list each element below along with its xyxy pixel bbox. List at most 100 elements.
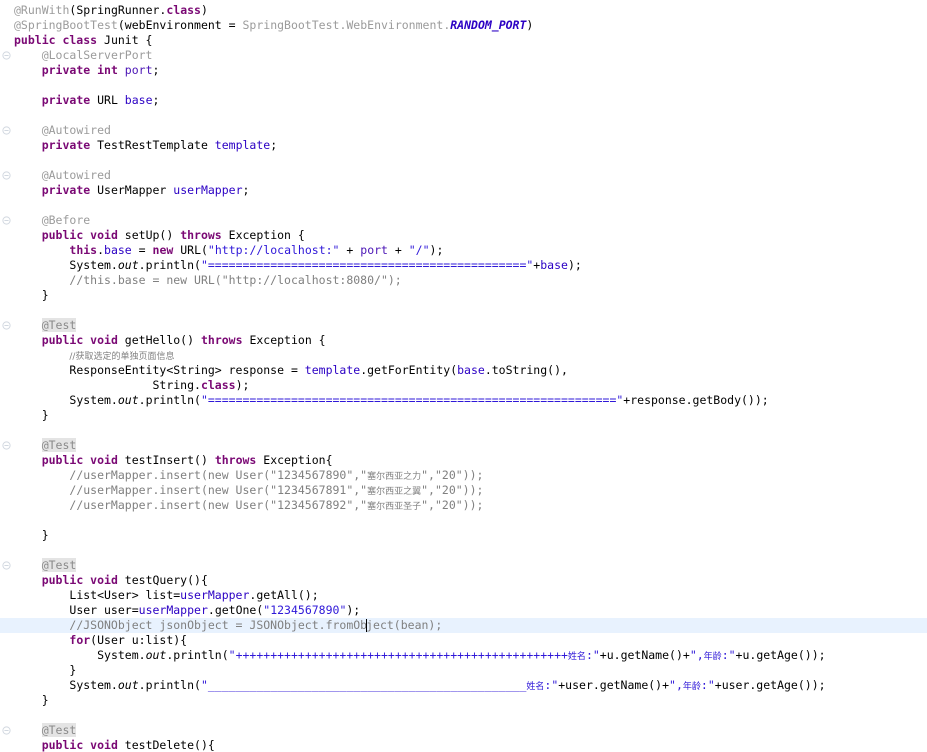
code-line[interactable] bbox=[0, 198, 927, 213]
code-line[interactable]: //this.base = new URL("http://localhost:… bbox=[0, 273, 927, 288]
code-token: ; bbox=[270, 138, 278, 152]
code-line[interactable] bbox=[0, 153, 927, 168]
code-token: .println( bbox=[166, 648, 229, 662]
code-line[interactable]: } bbox=[0, 288, 927, 303]
code-token: private bbox=[41, 138, 98, 152]
code-token: RANDOM_PORT bbox=[450, 18, 527, 32]
code-line[interactable]: public void testQuery(){ bbox=[0, 573, 927, 588]
code-line[interactable] bbox=[0, 543, 927, 558]
code-token: System. bbox=[97, 648, 146, 662]
code-token: public void bbox=[41, 333, 125, 347]
code-token: System. bbox=[69, 393, 118, 407]
code-token: @Before bbox=[41, 213, 91, 227]
code-line[interactable]: public void testDelete(){ bbox=[0, 738, 927, 752]
code-token: ","20")); bbox=[421, 498, 484, 512]
code-token: 塞尔西亚之力 bbox=[367, 472, 422, 482]
code-line[interactable]: @Before bbox=[0, 213, 927, 228]
code-token: throws bbox=[180, 228, 229, 242]
code-line[interactable]: public void getHello() throws Exception … bbox=[0, 333, 927, 348]
code-token: private bbox=[41, 183, 98, 197]
code-token: List<User> list= bbox=[69, 588, 181, 602]
code-line[interactable] bbox=[0, 423, 927, 438]
code-token: "_______________________________________… bbox=[200, 678, 527, 692]
code-line[interactable]: @Test bbox=[0, 723, 927, 738]
code-token: +u.getName()+ bbox=[599, 648, 690, 662]
code-line[interactable] bbox=[0, 303, 927, 318]
code-line[interactable]: //userMapper.insert(new User("1234567892… bbox=[0, 498, 927, 513]
code-line[interactable]: @Autowired bbox=[0, 168, 927, 183]
code-token: + bbox=[339, 243, 361, 257]
code-line[interactable]: System.out.println("====================… bbox=[0, 258, 927, 273]
code-line[interactable] bbox=[0, 708, 927, 723]
code-token: Exception{ bbox=[263, 453, 333, 467]
code-token: out bbox=[117, 393, 139, 407]
code-token: UserMapper bbox=[97, 183, 174, 197]
code-token: @Test bbox=[41, 318, 77, 332]
code-line[interactable]: private int port; bbox=[0, 63, 927, 78]
code-line[interactable]: } bbox=[0, 408, 927, 423]
code-line[interactable]: } bbox=[0, 528, 927, 543]
code-token: +user.getName()+ bbox=[558, 678, 670, 692]
code-token: template bbox=[214, 138, 271, 152]
code-token: for bbox=[69, 633, 91, 647]
code-line[interactable]: System.out.println("====================… bbox=[0, 393, 927, 408]
code-line[interactable]: System.out.println("++++++++++++++++++++… bbox=[0, 648, 927, 663]
code-line[interactable]: public void setUp() throws Exception { bbox=[0, 228, 927, 243]
code-line[interactable]: ResponseEntity<String> response = templa… bbox=[0, 363, 927, 378]
code-line[interactable]: this.base = new URL("http://localhost:" … bbox=[0, 243, 927, 258]
code-line[interactable]: //userMapper.insert(new User("1234567890… bbox=[0, 468, 927, 483]
code-token: ); bbox=[429, 243, 444, 257]
code-line[interactable]: List<User> list=userMapper.getAll(); bbox=[0, 588, 927, 603]
code-line[interactable]: //获取选定的单独页面信息 bbox=[0, 348, 927, 363]
code-line[interactable]: @Test bbox=[0, 438, 927, 453]
code-line[interactable] bbox=[0, 78, 927, 93]
code-line[interactable]: public class Junit { bbox=[0, 33, 927, 48]
code-line[interactable]: public void testInsert() throws Exceptio… bbox=[0, 453, 927, 468]
code-token: .getAll(); bbox=[249, 588, 319, 602]
code-token: ; bbox=[152, 63, 160, 77]
code-editor[interactable]: @RunWith(SpringRunner.class) @SpringBootT… bbox=[0, 0, 927, 752]
code-token: ","20")); bbox=[421, 483, 484, 497]
code-token: setUp() bbox=[124, 228, 181, 242]
code-token: out bbox=[117, 678, 139, 692]
code-token: URL( bbox=[180, 243, 208, 257]
code-token: testDelete(){ bbox=[124, 738, 215, 752]
code-line[interactable] bbox=[0, 513, 927, 528]
code-line[interactable]: for(User u:list){ bbox=[0, 633, 927, 648]
code-token: } bbox=[41, 408, 49, 422]
code-line[interactable]: @SpringBootTest(webEnvironment = SpringB… bbox=[0, 18, 927, 33]
code-token: @Autowired bbox=[41, 123, 111, 137]
code-token: private bbox=[41, 93, 98, 107]
code-line[interactable]: private UserMapper userMapper; bbox=[0, 183, 927, 198]
code-content[interactable]: @RunWith(SpringRunner.class) @SpringBootT… bbox=[0, 0, 927, 752]
code-line[interactable]: } bbox=[0, 663, 927, 678]
code-line[interactable]: } bbox=[0, 693, 927, 708]
code-line[interactable]: private TestRestTemplate template; bbox=[0, 138, 927, 153]
code-line[interactable]: private URL base; bbox=[0, 93, 927, 108]
code-line[interactable]: @Test bbox=[0, 318, 927, 333]
code-line[interactable]: System.out.println("____________________… bbox=[0, 678, 927, 693]
code-token: } bbox=[41, 288, 49, 302]
code-line[interactable]: @RunWith(SpringRunner.class) bbox=[0, 3, 927, 18]
code-line[interactable] bbox=[0, 108, 927, 123]
code-line[interactable]: @LocalServerPort bbox=[0, 48, 927, 63]
code-line[interactable]: //JSONObject jsonObject = JSONObject.fro… bbox=[0, 618, 927, 633]
code-token: throws bbox=[200, 333, 250, 347]
code-token: . bbox=[97, 243, 105, 257]
code-line[interactable]: String.class); bbox=[0, 378, 927, 393]
code-line[interactable]: //userMapper.insert(new User("1234567891… bbox=[0, 483, 927, 498]
code-line[interactable]: @Test bbox=[0, 558, 927, 573]
code-line[interactable]: User user=userMapper.getOne("1234567890"… bbox=[0, 603, 927, 618]
code-token: 塞尔西亚之翼 bbox=[367, 487, 422, 497]
code-line[interactable]: @Autowired bbox=[0, 123, 927, 138]
